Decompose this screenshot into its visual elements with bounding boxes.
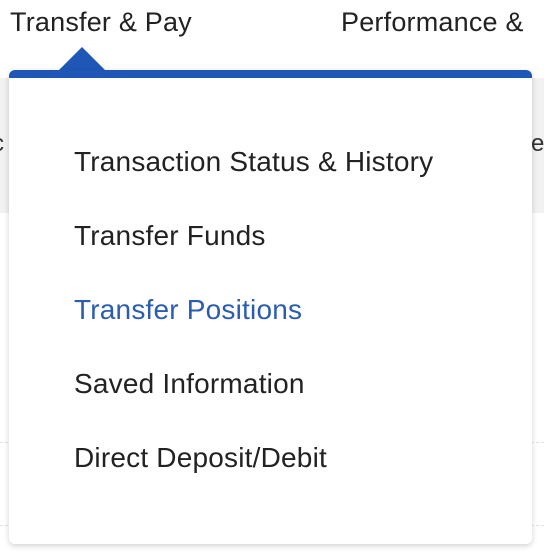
background-text-fragment: c bbox=[0, 130, 4, 158]
nav-item-transfer-pay[interactable]: Transfer & Pay bbox=[10, 7, 192, 38]
menu-item-transfer-funds[interactable]: Transfer Funds bbox=[74, 220, 266, 252]
menu-item-direct-deposit-debit[interactable]: Direct Deposit/Debit bbox=[74, 442, 327, 474]
transfer-pay-dropdown-menu: Transaction Status & History Transfer Fu… bbox=[9, 70, 532, 544]
menu-item-saved-information[interactable]: Saved Information bbox=[74, 368, 305, 400]
dropdown-accent-bar bbox=[9, 70, 532, 78]
menu-item-transaction-status-history[interactable]: Transaction Status & History bbox=[74, 146, 433, 178]
menu-item-transfer-positions[interactable]: Transfer Positions bbox=[74, 294, 302, 326]
nav-item-performance[interactable]: Performance & bbox=[341, 7, 524, 38]
dropdown-caret-icon bbox=[59, 47, 105, 70]
background-text-fragment: e bbox=[531, 130, 544, 157]
